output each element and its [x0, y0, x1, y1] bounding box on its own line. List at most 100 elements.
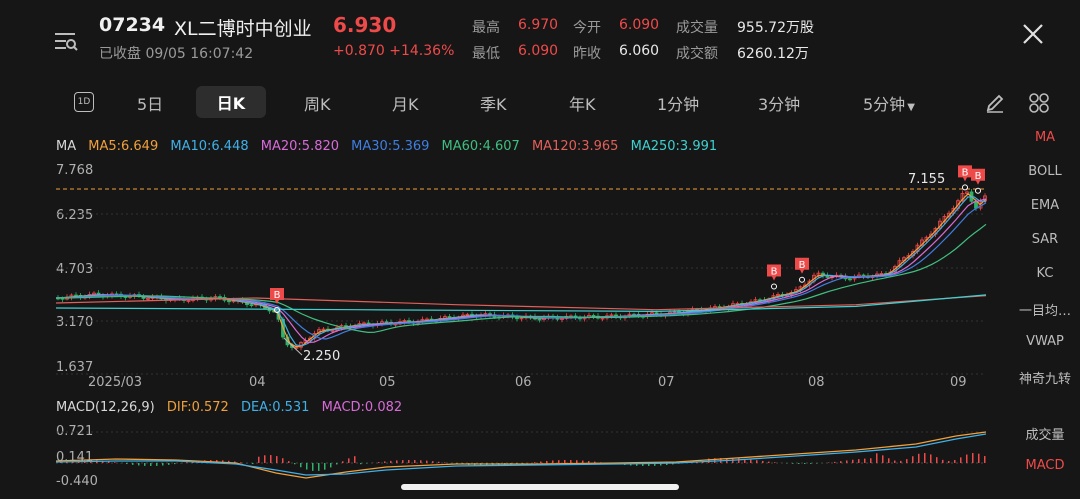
- ma5-value: MA5:6.649: [88, 139, 159, 154]
- macd-bar: [918, 453, 920, 463]
- tab-quarter-k[interactable]: 季K: [480, 91, 507, 115]
- macd-bar: [930, 454, 932, 463]
- macd-bar: [186, 462, 188, 463]
- macd-bar: [552, 460, 554, 463]
- macd-bar: [906, 459, 908, 463]
- macd-bar: [336, 463, 338, 465]
- tab-1min[interactable]: 1分钟: [657, 91, 699, 115]
- macd-bar: [402, 460, 404, 463]
- macd-bar: [150, 463, 152, 466]
- dea-value: DEA:0.531: [240, 400, 310, 415]
- macd-bar: [126, 463, 128, 465]
- svg-text:B: B: [975, 171, 982, 182]
- sidebar-item-ma[interactable]: MA: [1010, 130, 1080, 145]
- macd-bar: [984, 456, 986, 463]
- macd-bar: [540, 461, 542, 463]
- macd-bar: [348, 458, 350, 463]
- date-axis-label: 2025/03: [88, 375, 143, 390]
- macd-bar: [342, 461, 344, 463]
- macd-bar: [564, 460, 566, 463]
- dif-value: DIF:0.572: [166, 400, 229, 415]
- macd-value: MACD:0.082: [321, 400, 403, 415]
- ma120-value: MA120:3.965: [531, 139, 619, 154]
- macd-bar: [378, 462, 380, 463]
- close-icon[interactable]: [1019, 20, 1047, 48]
- draw-tool-icon[interactable]: [984, 92, 1006, 114]
- macd-bar: [396, 460, 398, 463]
- tab-3min[interactable]: 3分钟: [758, 91, 800, 115]
- macd-bar: [114, 462, 116, 463]
- macd-bar: [948, 460, 950, 463]
- date-axis-label: 04: [249, 375, 266, 390]
- dif-line: [56, 431, 987, 479]
- candle-body: [848, 278, 852, 281]
- macd-bar: [750, 459, 752, 463]
- amount-value: 6260.12万: [737, 46, 809, 62]
- macd-bar: [882, 455, 884, 463]
- kline-chart[interactable]: BBBB B 7.155 2.250: [56, 160, 996, 400]
- macd-bar: [252, 463, 254, 465]
- macd-bar: [390, 460, 392, 463]
- macd-bar: [774, 462, 776, 463]
- tab-year-k[interactable]: 年K: [569, 91, 596, 115]
- macd-bar: [894, 460, 896, 463]
- high-annotation: 7.155: [908, 172, 945, 187]
- svg-text:B: B: [962, 167, 969, 178]
- macd-bar: [330, 463, 332, 468]
- sidebar-item-boll[interactable]: BOLL: [1010, 164, 1080, 179]
- svg-text:B: B: [799, 260, 806, 271]
- macd-bar: [978, 453, 980, 463]
- buy-marker-icon: B: [795, 257, 809, 283]
- buy-markers: BBBB B: [270, 165, 985, 314]
- sidebar-item-sar[interactable]: SAR: [1010, 232, 1080, 247]
- sidebar-item-macd[interactable]: MACD: [1010, 458, 1080, 473]
- current-price: 6.930: [333, 13, 397, 37]
- candlestick-series: [56, 188, 987, 351]
- tab-1d-icon[interactable]: 1D: [74, 92, 94, 112]
- tab-5min[interactable]: 5分钟 ▼: [863, 91, 915, 115]
- macd-bar: [444, 462, 446, 463]
- macd-bar: [804, 463, 806, 464]
- macd-bar: [432, 461, 434, 463]
- macd-bar: [756, 460, 758, 463]
- macd-bar: [270, 455, 272, 463]
- macd-bar: [840, 461, 842, 463]
- tab-day-k[interactable]: 日K: [196, 86, 266, 118]
- menu-icon[interactable]: [52, 28, 80, 54]
- ma30-value: MA30:5.369: [351, 139, 430, 154]
- ma60-value: MA60:4.607: [441, 139, 520, 154]
- tab-5day[interactable]: 5日: [137, 91, 163, 115]
- macd-bar: [570, 460, 572, 463]
- ma250-value: MA250:3.991: [630, 139, 718, 154]
- sidebar-item-td9[interactable]: 神奇九转: [1010, 368, 1080, 387]
- macd-bar: [258, 456, 260, 463]
- macd-bar: [792, 463, 794, 464]
- tab-week-k[interactable]: 周K: [304, 91, 331, 115]
- low-label: 最低: [472, 46, 500, 62]
- macd-title: MACD(12,26,9): [56, 400, 155, 415]
- high-value: 6.970: [518, 17, 559, 33]
- date-axis-label: 05: [379, 375, 396, 390]
- sidebar-item-ema[interactable]: EMA: [1010, 198, 1080, 213]
- sidebar-item-volume[interactable]: 成交量: [1010, 424, 1080, 443]
- macd-bar: [144, 463, 146, 466]
- macd-bar: [888, 458, 890, 463]
- macd-bar: [294, 463, 296, 465]
- macd-bar: [762, 460, 764, 463]
- candle-body: [537, 318, 542, 321]
- indicator-grid-icon[interactable]: [1028, 92, 1050, 114]
- amount-label: 成交额: [676, 46, 718, 62]
- market-status: 已收盘 09/05 16:07:42: [99, 46, 254, 62]
- macd-bar: [408, 460, 410, 463]
- sidebar-item-ichimoku[interactable]: 一目均…: [1010, 300, 1080, 319]
- tab-month-k[interactable]: 月K: [392, 91, 419, 115]
- sidebar-item-vwap[interactable]: VWAP: [1010, 334, 1080, 349]
- macd-bar: [288, 461, 290, 463]
- macd-bar: [426, 460, 428, 463]
- macd-bar: [816, 463, 818, 464]
- sidebar-item-kc[interactable]: KC: [1010, 266, 1080, 281]
- candle-body: [249, 304, 254, 307]
- macd-bar: [534, 462, 536, 463]
- macd-bar: [438, 461, 440, 463]
- macd-bar: [300, 463, 302, 468]
